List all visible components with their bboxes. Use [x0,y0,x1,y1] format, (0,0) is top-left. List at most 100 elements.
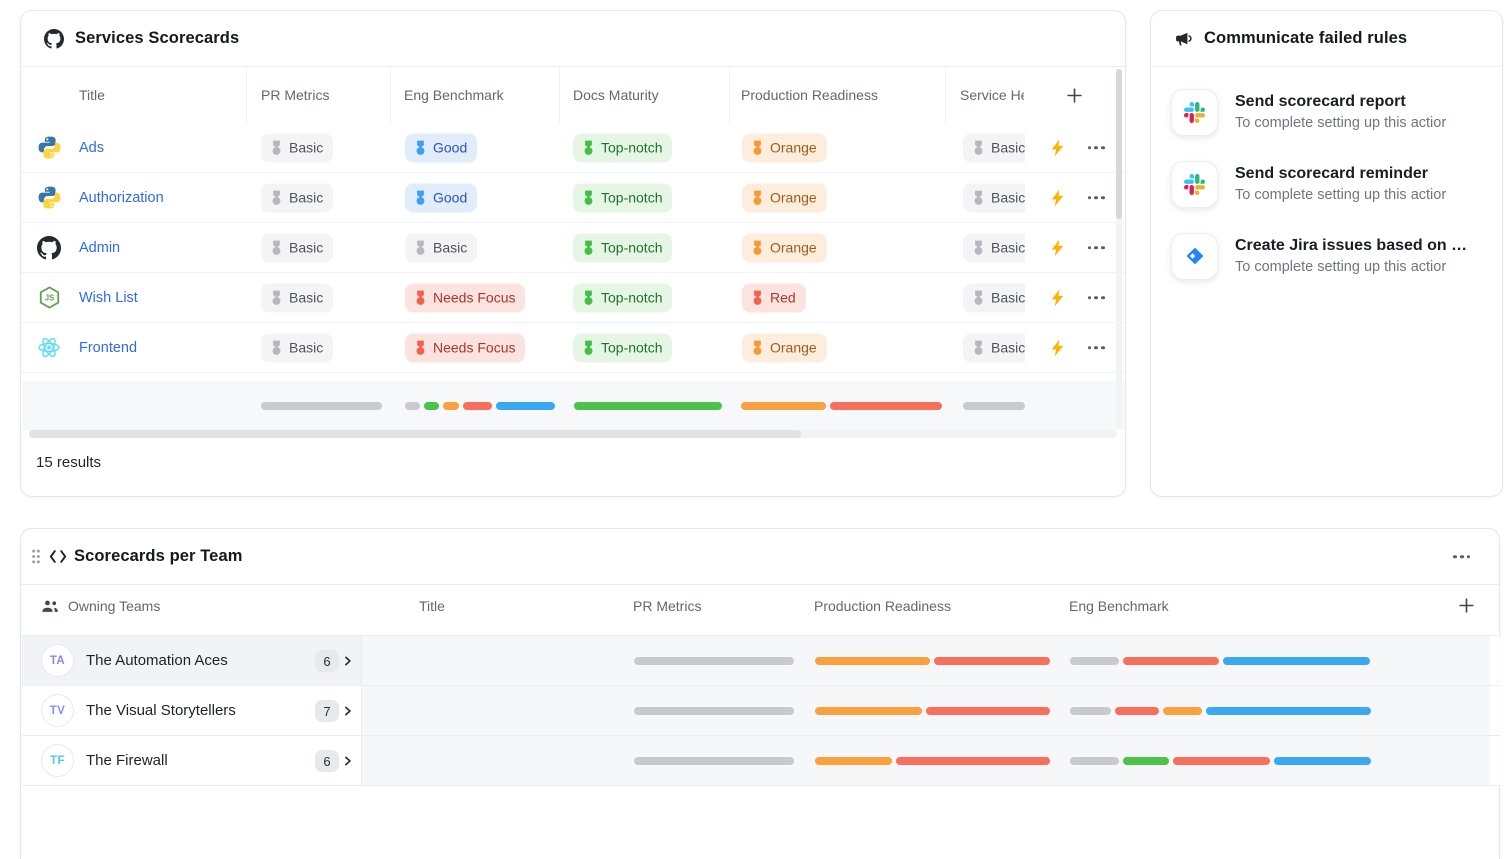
row-menu-button[interactable] [1083,143,1109,152]
row-menu-button[interactable] [1083,343,1109,352]
expand-team-chevron-icon[interactable] [341,704,354,717]
service-row[interactable]: Authorization BasicGoodTop-notchOrange B… [21,173,1125,223]
service-row[interactable]: JS Wish List Basic Needs Focus Top-notch Re… [21,273,1125,323]
bar-segment-gray [963,402,1025,410]
rule-title: Send scorecard report [1235,93,1446,111]
rules-card-title: Communicate failed rules [1204,29,1407,48]
automation-rule-item[interactable]: Send scorecard reminder To complete sett… [1171,161,1488,207]
team-row-aggregation-area [361,736,1490,785]
expand-team-chevron-icon[interactable] [341,754,354,767]
team-row-aggregation-area [361,686,1490,735]
service-title-link[interactable]: Ads [79,123,104,172]
row-menu-button[interactable] [1083,293,1109,302]
python-icon [36,135,62,161]
pr_metrics-badge: Basic [261,333,333,362]
add-column-button[interactable] [1062,83,1087,108]
bar-segment-red [1173,757,1270,765]
services-scorecards-card: Services Scorecards Title PR Metrics Eng… [20,10,1126,497]
slack-icon [1171,89,1218,136]
team-name: The Firewall [86,736,168,785]
run-action-bolt-button[interactable] [1045,135,1070,160]
service-title-link[interactable]: Wish List [79,273,138,322]
rule-title: Create Jira issues based on … [1235,237,1467,255]
bar-segment-gray [1070,757,1119,765]
pr_metrics-badge: Basic [261,183,333,212]
column-header-pr-metrics: PR Metrics [261,67,329,123]
github-icon [44,29,64,49]
run-action-bolt-button[interactable] [1045,335,1070,360]
bar-segment-orange [815,757,892,765]
production_readiness-badge: Orange [742,133,827,162]
production_readiness-badge: Red [742,283,806,312]
rule-subtitle: To complete setting up this actior [1235,259,1467,275]
service-row[interactable]: Admin BasicBasicTop-notchOrange Basic [21,223,1125,273]
production_readiness-badge: Orange [742,233,827,262]
bar-segment-green [1123,757,1169,765]
bar-segment-red [463,402,492,410]
owning-team-cell[interactable]: TA The Automation Aces 6 [22,636,361,685]
docs_maturity-badge: Top-notch [573,283,672,312]
team-avatar: TV [41,694,74,727]
service-row[interactable]: Frontend BasicNeeds FocusTop-notchOrange… [21,323,1125,373]
eng_benchmark-badge: Needs Focus [405,283,525,312]
card-menu-button[interactable] [1449,552,1475,561]
service-row[interactable]: Ads Basic Good Top-notch Orange Basic [21,123,1125,173]
bar-segment-green [424,402,439,410]
service_health-badge: Basic [963,183,1025,212]
nodejs-icon: JS [36,285,62,311]
column-header-docs-maturity: Docs Maturity [573,67,659,123]
team-count-badge: 6 [315,750,339,772]
service-health-cell: Basic [963,323,1025,372]
column-header-production-readiness: Production Readiness [814,575,951,636]
service-title-link[interactable]: Frontend [79,323,137,372]
run-action-bolt-button[interactable] [1045,285,1070,310]
docs_maturity-badge: Top-notch [573,333,672,362]
vertical-scrollbar-thumb[interactable] [1116,69,1122,219]
automation-rule-item[interactable]: Send scorecard report To complete settin… [1171,89,1488,135]
bar-segment-blue [1206,707,1371,715]
bar-segment-gray [634,657,794,665]
row-menu-button[interactable] [1083,243,1109,252]
expand-team-chevron-icon[interactable] [341,654,354,667]
bar-segment-blue [1274,757,1371,765]
eng_benchmark-badge: Good [405,133,477,162]
slack-icon [1171,161,1218,208]
drag-handle-icon[interactable] [30,549,42,564]
communicate-failed-rules-card: Communicate failed rules Send scorecard … [1150,10,1503,497]
pr_metrics-badge: Basic [261,233,333,262]
python-icon [36,185,62,211]
add-column-button[interactable] [1454,593,1479,618]
service-title-link[interactable]: Authorization [79,173,164,222]
bar-segment-orange [741,402,826,410]
service_health-badge: Basic [963,333,1025,362]
team-row[interactable]: TA The Automation Aces 6 [22,636,1500,686]
bar-segment-red [926,707,1050,715]
row-menu-button[interactable] [1083,193,1109,202]
eng_benchmark-badge: Good [405,183,477,212]
pr_metrics-badge: Basic [261,133,333,162]
automation-rule-item[interactable]: Create Jira issues based on … To complet… [1171,233,1488,279]
run-action-bolt-button[interactable] [1045,185,1070,210]
team-count-badge: 7 [315,700,339,722]
service_health-badge: Basic [963,283,1025,312]
bar-segment-blue [496,402,555,410]
service-health-cell: Basic [963,123,1025,172]
docs_maturity-badge: Top-notch [573,133,672,162]
bar-segment-red [1115,707,1159,715]
team-row[interactable]: TV The Visual Storytellers 7 [22,686,1500,736]
run-action-bolt-button[interactable] [1045,235,1070,260]
team-row[interactable]: TF The Firewall 6 [22,736,1500,786]
owning-team-cell[interactable]: TF The Firewall 6 [22,736,361,785]
owning-team-cell[interactable]: TV The Visual Storytellers 7 [22,686,361,735]
team-avatar: TF [41,744,74,777]
svg-text:JS: JS [44,294,54,303]
code-icon [49,549,67,564]
service-title-link[interactable]: Admin [79,223,120,272]
bar-segment-gray [634,757,794,765]
team-name: The Visual Storytellers [86,686,236,735]
horizontal-scrollbar-thumb[interactable] [29,430,801,438]
megaphone-icon [1174,29,1193,48]
services-card-header: Services Scorecards [21,11,1125,67]
bar-segment-red [934,657,1050,665]
bar-segment-red [1123,657,1219,665]
